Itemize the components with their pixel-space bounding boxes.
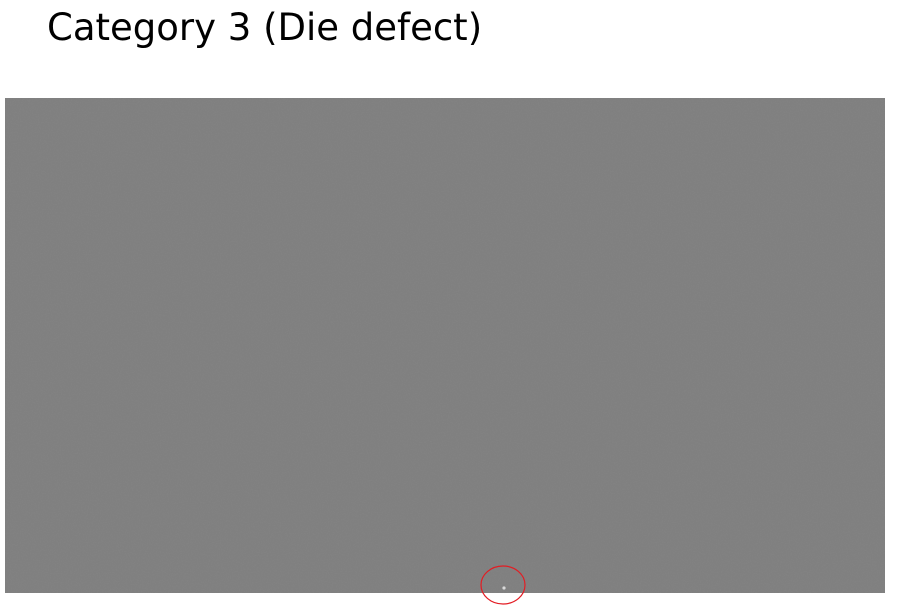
image-texture <box>5 98 885 593</box>
die-inspection-image <box>5 98 885 593</box>
slide-title: Category 3 (Die defect) <box>47 6 483 49</box>
